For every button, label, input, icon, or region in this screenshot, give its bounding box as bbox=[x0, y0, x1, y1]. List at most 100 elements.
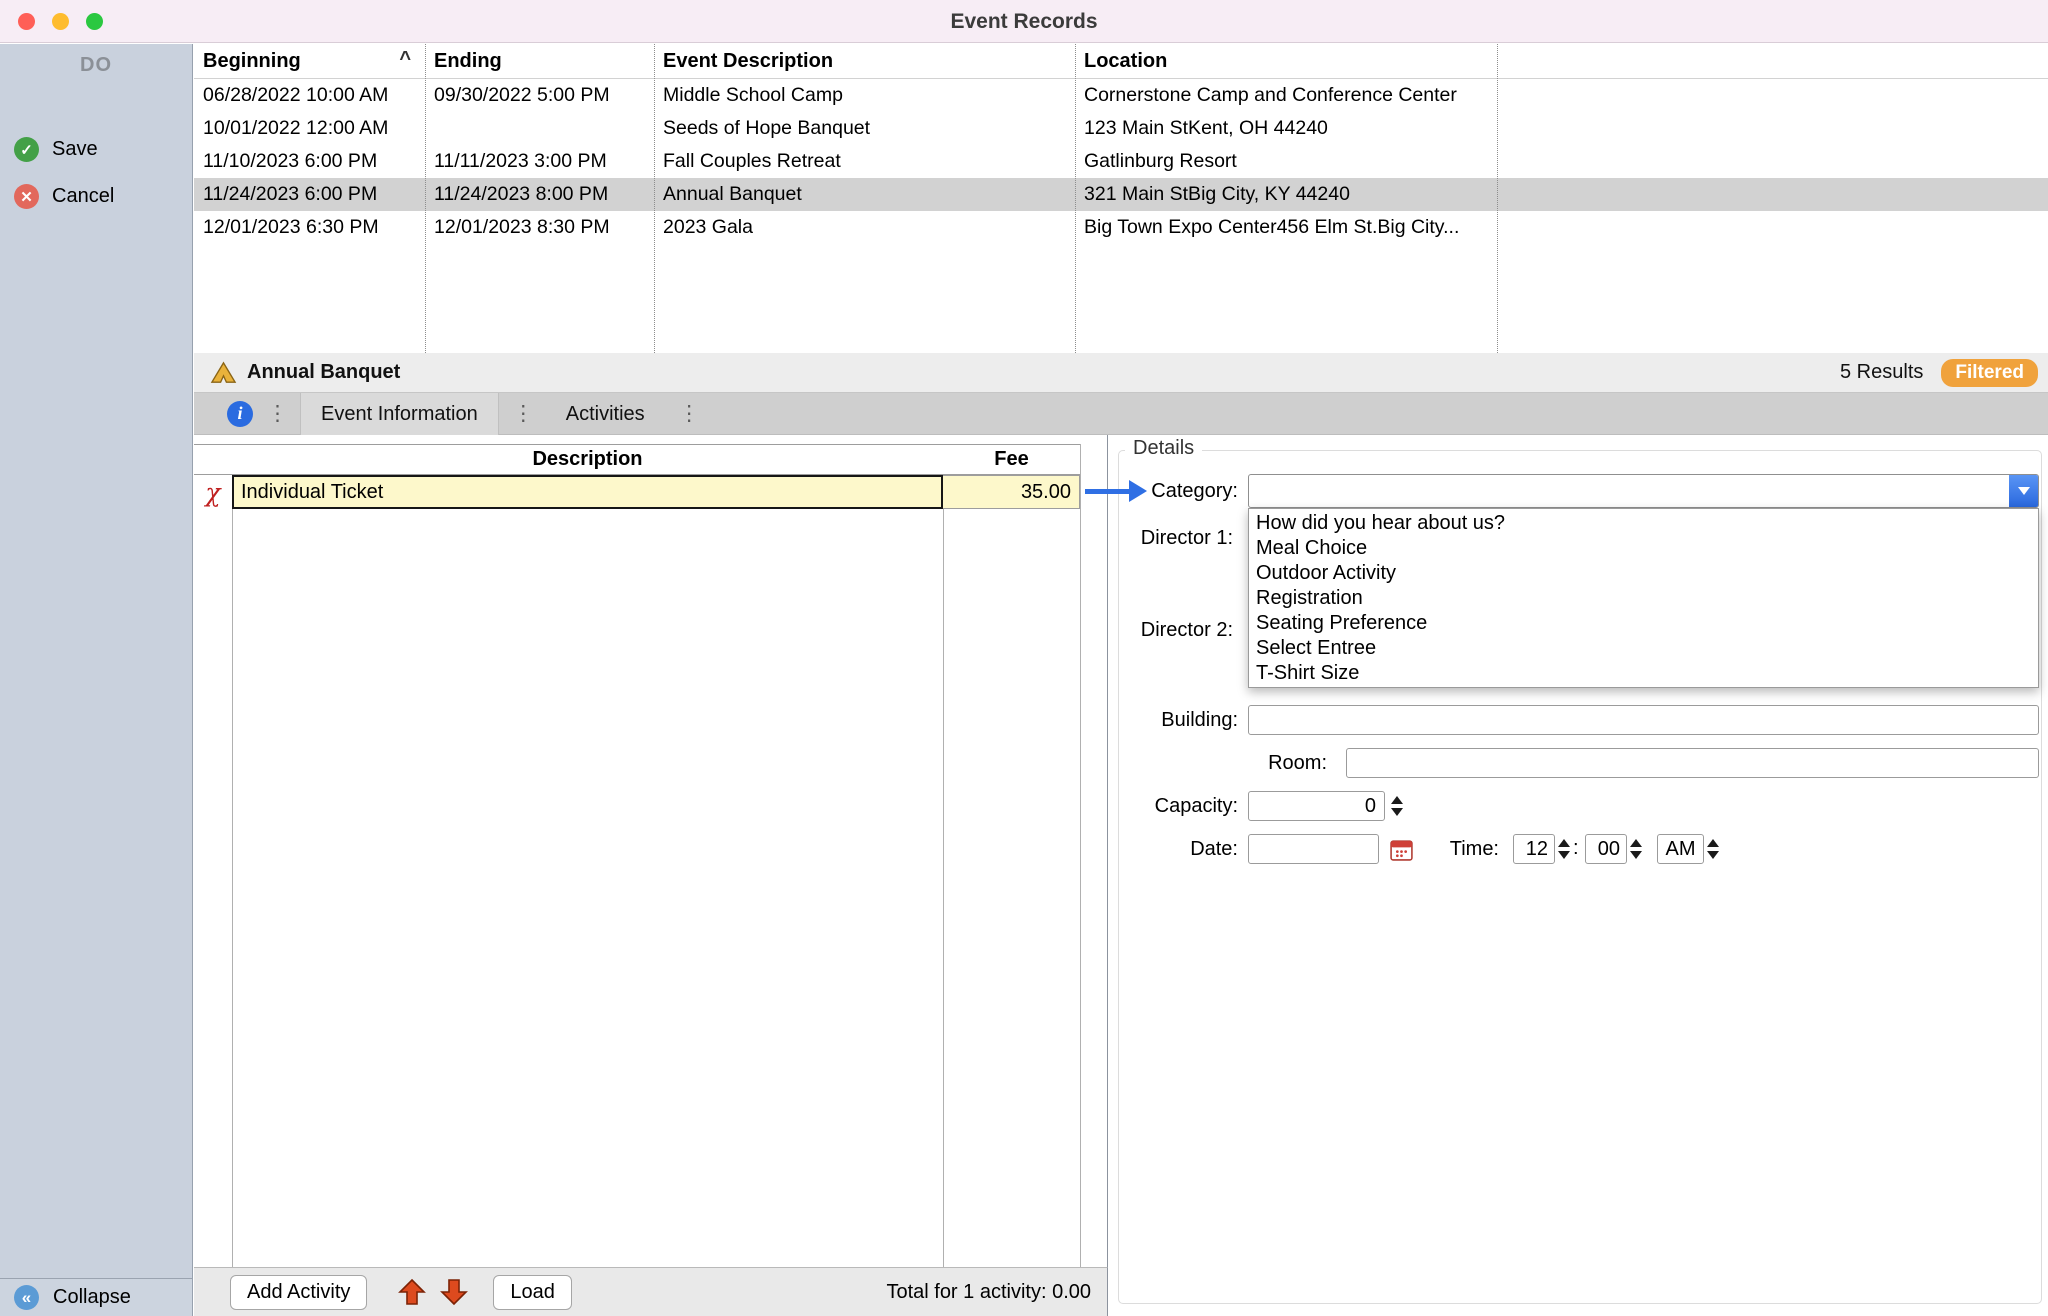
tab-activities[interactable]: Activities bbox=[546, 393, 665, 435]
collapse-button[interactable]: « Collapse bbox=[0, 1278, 192, 1316]
activities-panel: Description Fee χ Individual Ticket 35.0… bbox=[194, 435, 1108, 1267]
info-icon[interactable]: i bbox=[227, 401, 253, 427]
column-header-ending[interactable]: Ending bbox=[425, 50, 654, 73]
event-row-selected[interactable]: 11/24/2023 6:00 PM 11/24/2023 8:00 PM An… bbox=[194, 178, 2048, 211]
event-row[interactable]: 10/01/2022 12:00 AM Seeds of Hope Banque… bbox=[194, 112, 2048, 145]
date-input[interactable] bbox=[1248, 834, 1379, 864]
dropdown-option[interactable]: Meal Choice bbox=[1249, 536, 2038, 561]
drag-handle-icon: ⋮ bbox=[513, 401, 534, 426]
cell-beginning: 11/24/2023 6:00 PM bbox=[194, 183, 425, 206]
column-header-beginning[interactable]: Beginning ^ bbox=[194, 50, 425, 73]
window-title: Event Records bbox=[0, 0, 2048, 43]
tab-bar: i ⋮ Event Information ⋮ Activities ⋮ bbox=[194, 393, 2048, 435]
cell-beginning: 10/01/2022 12:00 AM bbox=[194, 117, 425, 140]
save-button[interactable]: ✓ Save bbox=[14, 137, 98, 162]
filtered-badge[interactable]: Filtered bbox=[1941, 359, 2038, 387]
column-header-description[interactable]: Event Description bbox=[654, 50, 1075, 73]
time-hour-input[interactable]: 12 bbox=[1513, 834, 1555, 864]
title-bar: Event Records bbox=[0, 0, 2048, 43]
room-input[interactable] bbox=[1346, 748, 2039, 778]
sort-ascending-icon: ^ bbox=[399, 48, 411, 71]
delete-activity-icon[interactable]: χ bbox=[194, 475, 232, 509]
activities-total: Total for 1 activity: 0.00 bbox=[886, 1281, 1091, 1304]
summary-bar: Annual Banquet 5 Results Filtered bbox=[194, 353, 2048, 393]
activities-footer: Add Activity Load Total for 1 activity: … bbox=[194, 1267, 1108, 1316]
collapse-chevron-icon: « bbox=[14, 1285, 39, 1310]
column-header-location[interactable]: Location bbox=[1075, 50, 1497, 73]
details-panel: Details Category: How did you hear about… bbox=[1109, 435, 2048, 1316]
category-combobox[interactable] bbox=[1248, 474, 2039, 508]
cell-description: Middle School Camp bbox=[654, 84, 1075, 107]
cell-ending: 09/30/2022 5:00 PM bbox=[425, 84, 654, 107]
dropdown-option[interactable]: Select Entree bbox=[1249, 636, 2038, 661]
cancel-label: Cancel bbox=[52, 185, 114, 208]
event-row[interactable]: 12/01/2023 6:30 PM 12/01/2023 8:30 PM 20… bbox=[194, 211, 2048, 244]
minimize-window-button[interactable] bbox=[52, 13, 69, 30]
events-table: Beginning ^ Ending Event Description Loc… bbox=[194, 44, 2048, 353]
cell-ending: 12/01/2023 8:30 PM bbox=[425, 216, 654, 239]
column-divider bbox=[943, 444, 944, 1267]
sidebar: DO ✓ Save ✕ Cancel « Collapse bbox=[0, 44, 193, 1316]
time-hour-stepper[interactable] bbox=[1556, 834, 1572, 864]
sidebar-do-header: DO bbox=[0, 44, 192, 77]
time-ampm-stepper[interactable] bbox=[1705, 834, 1721, 864]
capacity-label: Capacity: bbox=[1109, 793, 1238, 819]
activity-description-cell[interactable]: Individual Ticket bbox=[232, 475, 943, 509]
chevron-down-icon[interactable] bbox=[2009, 475, 2038, 507]
time-colon: : bbox=[1573, 837, 1579, 860]
details-group-title: Details bbox=[1125, 437, 1202, 460]
building-input[interactable] bbox=[1248, 705, 2039, 735]
cell-description: Seeds of Hope Banquet bbox=[654, 117, 1075, 140]
cell-beginning: 12/01/2023 6:30 PM bbox=[194, 216, 425, 239]
cell-location: 321 Main StBig City, KY 44240 bbox=[1075, 183, 1497, 206]
dropdown-option[interactable]: How did you hear about us? bbox=[1249, 511, 2038, 536]
time-label: Time: bbox=[1409, 836, 1499, 862]
collapse-label: Collapse bbox=[53, 1286, 131, 1309]
tab-event-information[interactable]: Event Information bbox=[300, 393, 499, 435]
capacity-input[interactable]: 0 bbox=[1248, 791, 1385, 821]
category-dropdown-list: How did you hear about us? Meal Choice O… bbox=[1248, 508, 2039, 688]
cell-ending: 11/24/2023 8:00 PM bbox=[425, 183, 654, 206]
tent-icon bbox=[210, 359, 237, 386]
load-button[interactable]: Load bbox=[493, 1275, 572, 1310]
director2-label: Director 2: bbox=[1109, 617, 1233, 643]
event-row[interactable]: 11/10/2023 6:00 PM 11/11/2023 3:00 PM Fa… bbox=[194, 145, 2048, 178]
activity-fee-cell[interactable]: 35.00 bbox=[943, 475, 1080, 509]
cell-location: Big Town Expo Center456 Elm St.Big City.… bbox=[1075, 216, 1497, 239]
cancel-x-icon: ✕ bbox=[14, 184, 39, 209]
move-up-icon[interactable] bbox=[397, 1277, 427, 1307]
add-activity-button[interactable]: Add Activity bbox=[230, 1275, 367, 1310]
events-table-header: Beginning ^ Ending Event Description Loc… bbox=[194, 44, 2048, 79]
drag-handle-icon: ⋮ bbox=[267, 401, 288, 426]
dropdown-option[interactable]: T-Shirt Size bbox=[1249, 661, 2038, 686]
building-label: Building: bbox=[1109, 707, 1238, 733]
activity-row[interactable]: χ Individual Ticket 35.00 bbox=[194, 475, 1080, 509]
zoom-window-button[interactable] bbox=[86, 13, 103, 30]
cell-location: 123 Main StKent, OH 44240 bbox=[1075, 117, 1497, 140]
dropdown-option[interactable]: Seating Preference bbox=[1249, 611, 2038, 636]
cell-location: Cornerstone Camp and Conference Center bbox=[1075, 84, 1497, 107]
event-row[interactable]: 06/28/2022 10:00 AM 09/30/2022 5:00 PM M… bbox=[194, 79, 2048, 112]
time-ampm-input[interactable]: AM bbox=[1657, 834, 1704, 864]
date-label: Date: bbox=[1109, 836, 1238, 862]
drag-handle-icon: ⋮ bbox=[679, 401, 700, 426]
cancel-button[interactable]: ✕ Cancel bbox=[14, 184, 114, 209]
dropdown-option[interactable]: Registration bbox=[1249, 586, 2038, 611]
room-label: Room: bbox=[1109, 750, 1327, 776]
column-header-activity-description[interactable]: Description bbox=[232, 448, 943, 471]
close-window-button[interactable] bbox=[18, 13, 35, 30]
director1-label: Director 1: bbox=[1109, 525, 1233, 551]
results-count: 5 Results bbox=[1840, 361, 1923, 384]
capacity-stepper[interactable] bbox=[1389, 791, 1405, 821]
cell-location: Gatlinburg Resort bbox=[1075, 150, 1497, 173]
cell-beginning: 06/28/2022 10:00 AM bbox=[194, 84, 425, 107]
column-header-activity-fee[interactable]: Fee bbox=[943, 448, 1080, 471]
time-minute-stepper[interactable] bbox=[1628, 834, 1644, 864]
dropdown-option[interactable]: Outdoor Activity bbox=[1249, 561, 2038, 586]
move-down-icon[interactable] bbox=[439, 1277, 469, 1307]
time-minute-input[interactable]: 00 bbox=[1585, 834, 1627, 864]
event-records-window: Event Records DO ✓ Save ✕ Cancel « Colla… bbox=[0, 0, 2048, 1316]
cell-beginning: 11/10/2023 6:00 PM bbox=[194, 150, 425, 173]
save-check-icon: ✓ bbox=[14, 137, 39, 162]
cell-description: Annual Banquet bbox=[654, 183, 1075, 206]
